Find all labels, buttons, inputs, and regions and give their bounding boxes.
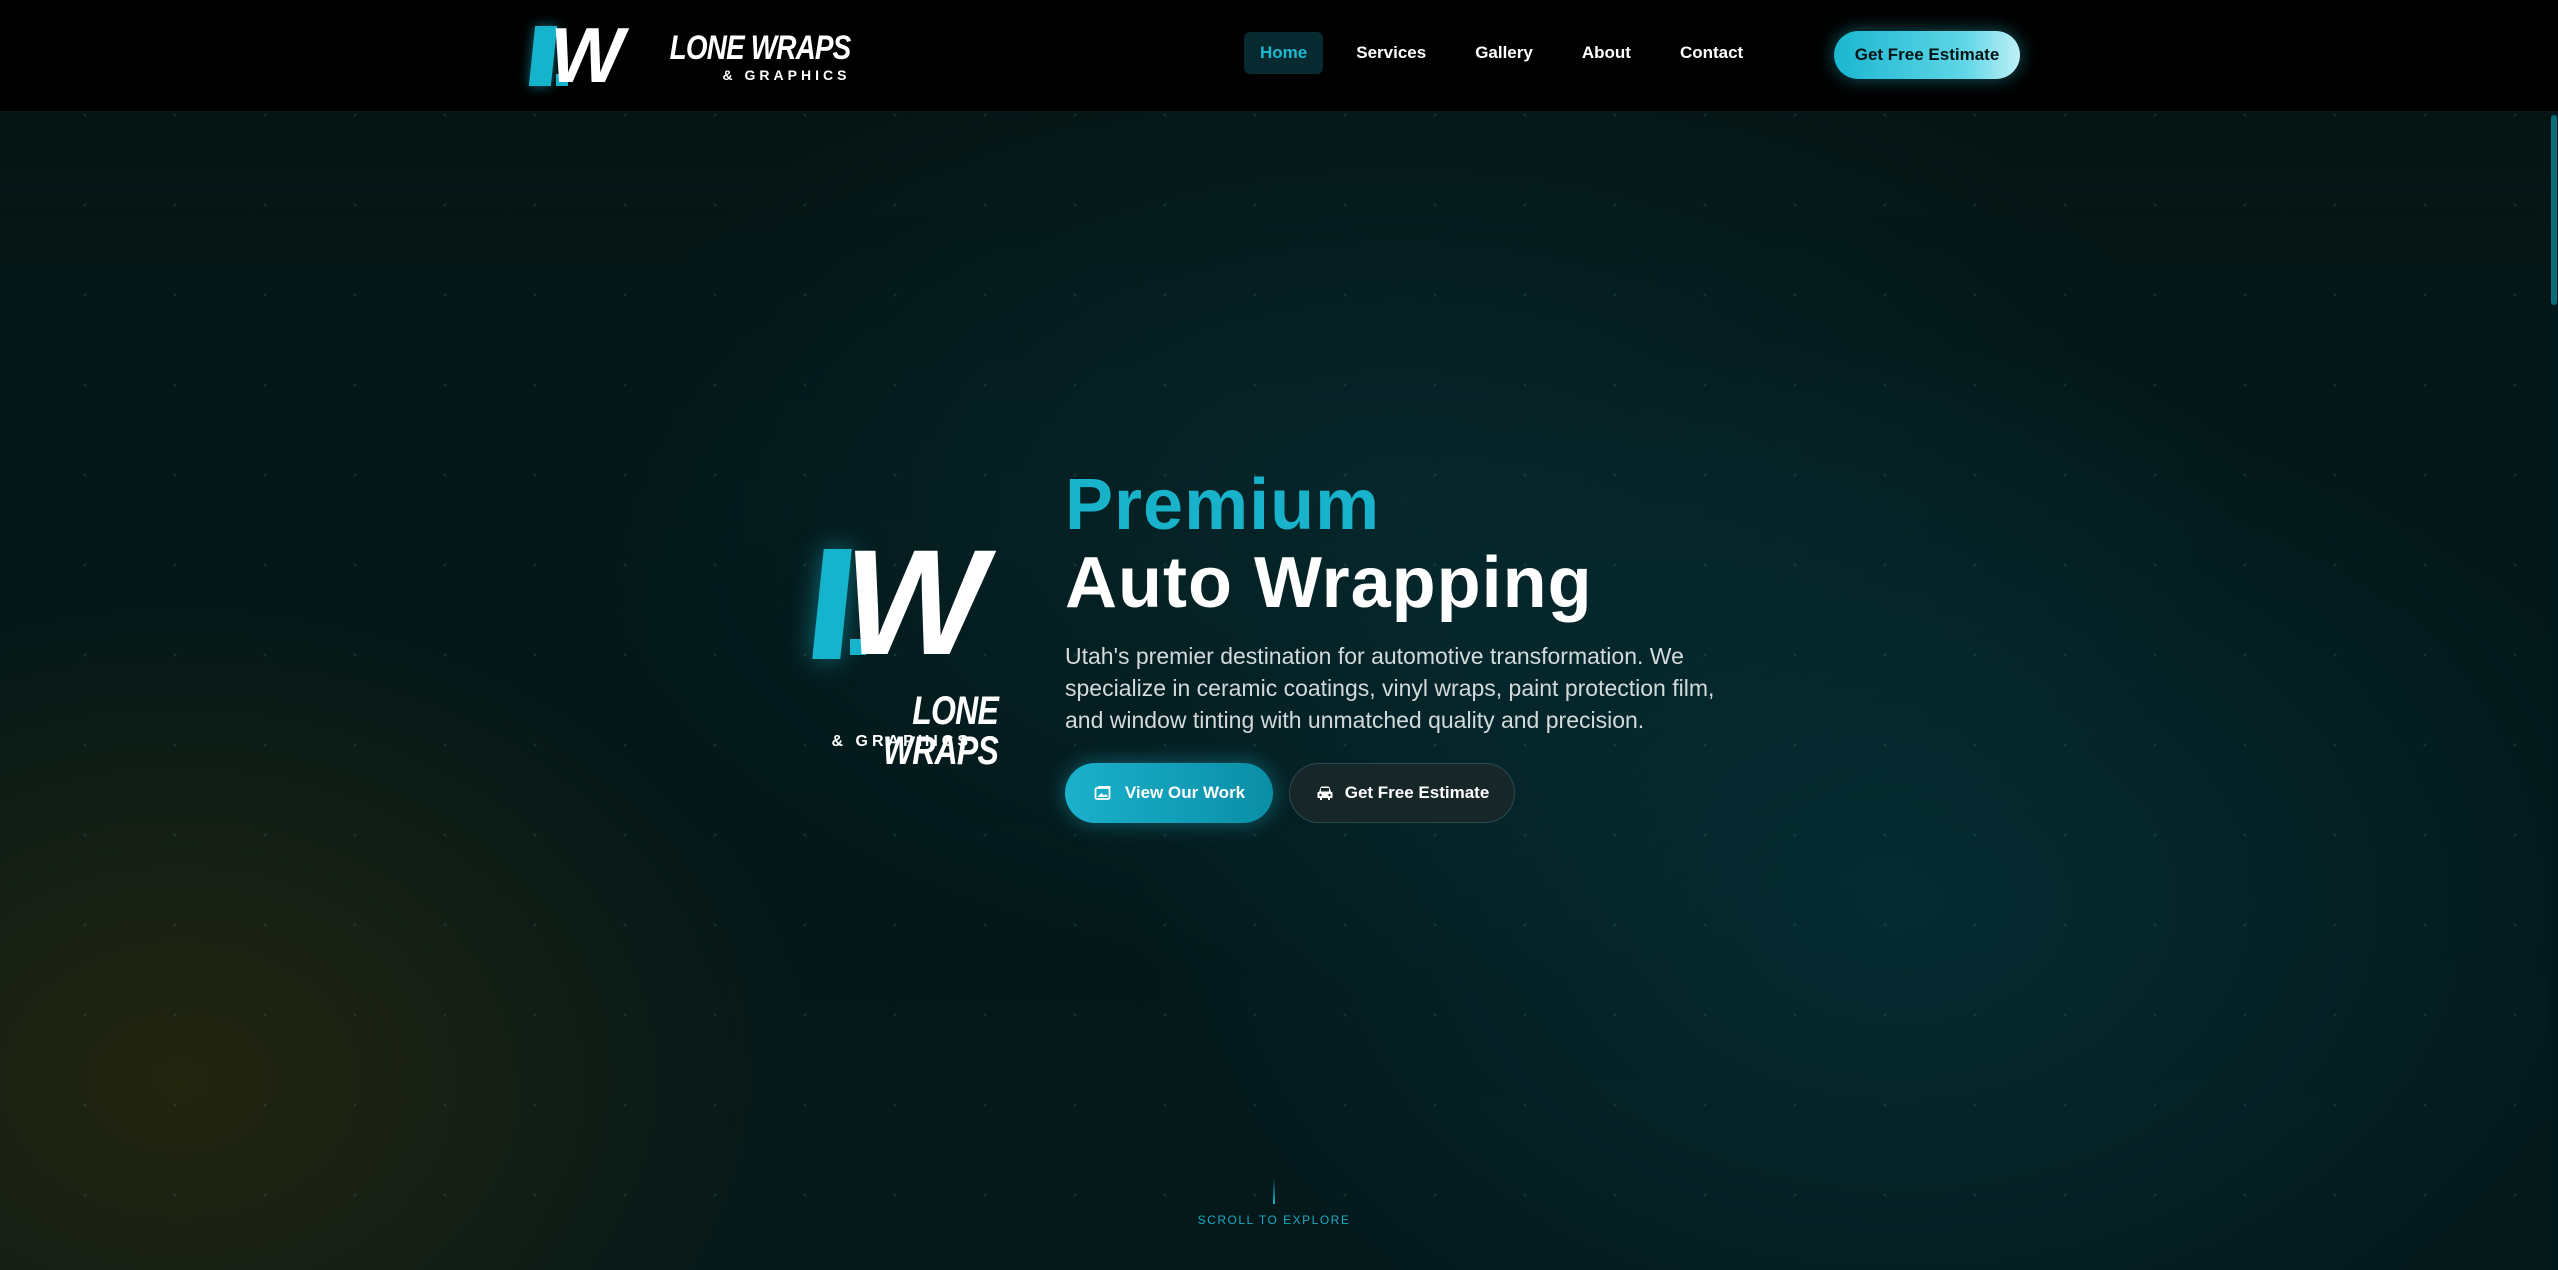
nav-item-services[interactable]: Services [1340, 32, 1442, 74]
get-estimate-nav-button[interactable]: Get Free Estimate [1834, 31, 2020, 79]
scrollbar-thumb[interactable] [2551, 115, 2557, 305]
hero-logo-mark-icon: W [812, 527, 986, 677]
nav-item-about[interactable]: About [1566, 32, 1647, 74]
scroll-line [1273, 1178, 1275, 1204]
get-free-estimate-button[interactable]: Get Free Estimate [1289, 763, 1515, 823]
nav-item-gallery[interactable]: Gallery [1459, 32, 1549, 74]
hero-logo-name: LONE WRAPS [882, 689, 999, 773]
brand-logo-link[interactable]: W LONE WRAPS & GRAPHICS [528, 16, 852, 94]
logo-mark-icon: W [528, 16, 624, 94]
nav-item-contact[interactable]: Contact [1664, 32, 1759, 74]
get-free-estimate-label: Get Free Estimate [1344, 783, 1490, 802]
brand-name: LONE WRAPS [669, 29, 852, 67]
hero-logo-subtitle: & GRAPHICS [831, 733, 972, 750]
car-icon [1315, 783, 1335, 803]
hero-buttons: View Our Work Get Free Estimate [1065, 763, 1515, 823]
scroll-hint-text: SCROLL TO EXPLORE [1197, 1213, 1351, 1227]
main-nav: Home Services Gallery About Contact [1244, 32, 1776, 74]
brand-subtitle: & GRAPHICS [722, 67, 851, 83]
hero-headline-main: Auto Wrapping [1065, 543, 1593, 623]
hero-headline-accent: Premium [1065, 465, 1381, 545]
site-header: W LONE WRAPS & GRAPHICS Home Services Ga… [0, 0, 2558, 112]
gallery-icon [1093, 783, 1113, 803]
hero-description: Utah's premier destination for automotiv… [1065, 643, 1715, 733]
view-our-work-button[interactable]: View Our Work [1065, 763, 1273, 823]
hero-logo: W LONE WRAPS & GRAPHICS [812, 527, 999, 771]
hero-content: Premium Auto Wrapping Utah's premier des… [1065, 466, 1745, 736]
nav-item-home[interactable]: Home [1244, 32, 1324, 74]
view-our-work-label: View Our Work [1124, 783, 1246, 802]
